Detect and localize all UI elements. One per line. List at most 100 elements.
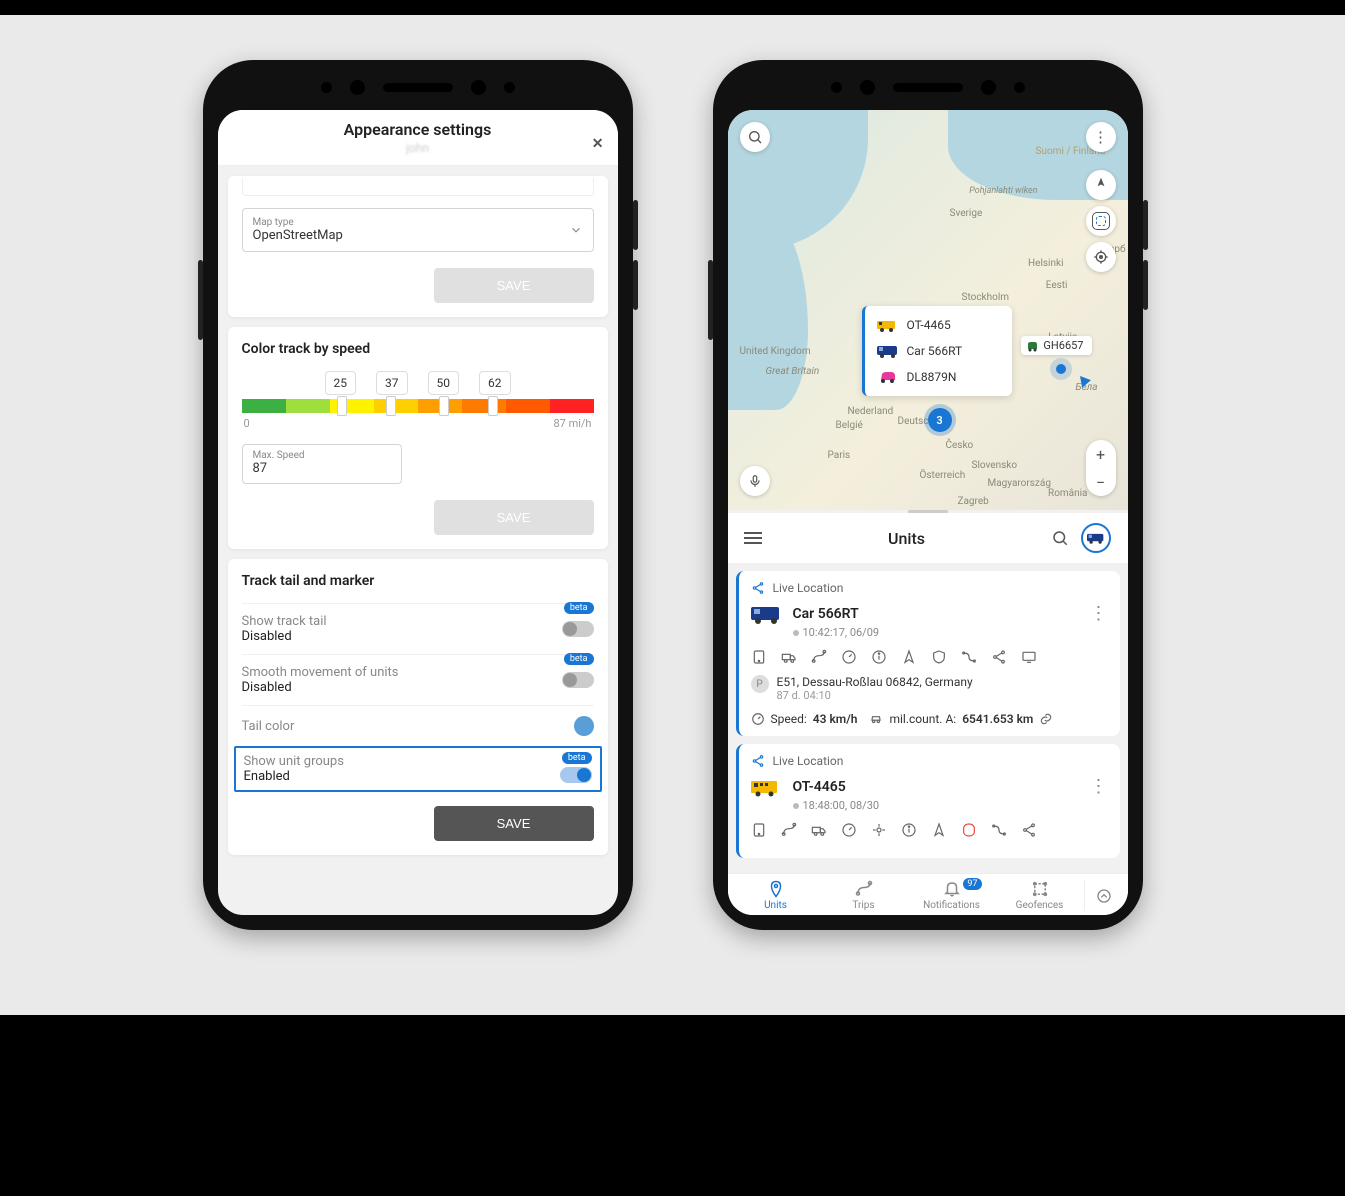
tail-color-swatch[interactable] <box>574 716 594 736</box>
zoom-control[interactable]: + − <box>1086 440 1116 496</box>
slider-handle[interactable] <box>488 396 498 416</box>
map-type-select[interactable]: Map type OpenStreetMap <box>242 208 594 252</box>
compass-icon[interactable] <box>1086 170 1116 200</box>
popup-unit-item[interactable]: Car 566RT <box>865 338 1012 364</box>
tablet-icon[interactable] <box>751 649 767 665</box>
live-location-label: Live Location <box>773 581 844 595</box>
beta-badge: beta <box>562 752 592 764</box>
link-icon[interactable] <box>1039 712 1053 726</box>
nav-label: Notifications <box>923 900 980 911</box>
info-icon[interactable] <box>871 649 887 665</box>
nav-notifications[interactable]: 97 Notifications <box>908 880 996 911</box>
map-city: Česko <box>946 440 974 451</box>
nav-label: Units <box>764 900 787 911</box>
menu-icon[interactable] <box>744 532 762 544</box>
nav-collapse[interactable] <box>1084 880 1124 911</box>
speed-gradient[interactable] <box>242 399 594 413</box>
max-speed-value: 87 <box>253 461 391 476</box>
nav-label: Geofences <box>1016 900 1064 911</box>
share-icon[interactable] <box>1021 822 1037 838</box>
save-button-tracktail[interactable]: SAVE <box>434 806 594 841</box>
settings-header: Appearance settings john ✕ <box>218 110 618 166</box>
map-cluster-marker[interactable]: 3 <box>928 408 952 432</box>
unit-label: OT-4465 <box>907 318 951 332</box>
row-label: Show track tail <box>242 614 327 629</box>
car-icon <box>869 712 883 726</box>
nav-trips[interactable]: Trips <box>820 880 908 911</box>
show-groups-toggle[interactable] <box>560 767 592 783</box>
speed-stop[interactable]: 37 <box>376 371 408 395</box>
scan-icon[interactable] <box>1086 206 1116 236</box>
map[interactable]: United Kingdom Great Britain Nederland D… <box>728 110 1128 510</box>
bus-icon <box>751 777 783 797</box>
map-city: Magyarország <box>988 478 1051 489</box>
mic-icon[interactable] <box>740 466 770 496</box>
path-icon[interactable] <box>961 649 977 665</box>
scale-max: 87 mi/h <box>553 417 591 430</box>
smooth-toggle[interactable] <box>562 672 594 688</box>
speed-stop[interactable]: 62 <box>479 371 511 395</box>
unit-card[interactable]: Live Location OT-4465 ⋮ 18:48:00, 08/30 <box>736 744 1120 858</box>
share-icon <box>751 581 765 595</box>
color-track-title: Color track by speed <box>242 341 594 357</box>
nav-geofences[interactable]: Geofences <box>996 880 1084 911</box>
panel-title: Units <box>888 529 925 548</box>
row-label: Smooth movement of units <box>242 665 399 680</box>
overflow-icon[interactable]: ⋮ <box>1086 122 1116 152</box>
scale-min: 0 <box>244 417 250 430</box>
save-button-speed[interactable]: SAVE <box>434 500 594 535</box>
truck-icon[interactable] <box>781 649 797 665</box>
max-speed-input[interactable]: Max. Speed 87 <box>242 444 402 484</box>
popup-unit-item[interactable]: OT-4465 <box>865 312 1012 338</box>
alert-icon[interactable] <box>961 822 977 838</box>
map-type-label: Map type <box>253 217 561 228</box>
unit-card[interactable]: Live Location Car 566RT ⋮ 10:42:17, 06/0… <box>736 571 1120 736</box>
nav-units[interactable]: Units <box>732 880 820 911</box>
tablet-icon[interactable] <box>751 822 767 838</box>
speed-icon[interactable] <box>841 649 857 665</box>
map-city: Helsinki <box>1028 258 1063 269</box>
shield-icon[interactable] <box>931 649 947 665</box>
save-button-maptype[interactable]: SAVE <box>434 268 594 303</box>
slider-handle[interactable] <box>386 396 396 416</box>
info-icon[interactable] <box>901 822 917 838</box>
speed-icon[interactable] <box>841 822 857 838</box>
slider-handle[interactable] <box>337 396 347 416</box>
nav-icon[interactable] <box>901 649 917 665</box>
route-icon[interactable] <box>781 822 797 838</box>
speed-stop[interactable]: 50 <box>428 371 460 395</box>
map-city: Great Britain <box>766 366 820 377</box>
parking-icon: P <box>751 675 769 693</box>
filter-unit-icon[interactable] <box>1081 523 1111 553</box>
notification-badge: 97 <box>963 878 981 890</box>
tail-color-row: Tail color <box>242 705 594 746</box>
locate-icon[interactable] <box>1086 242 1116 272</box>
search-icon[interactable] <box>1051 529 1069 547</box>
route-icon[interactable] <box>811 649 827 665</box>
map-unit-tag[interactable]: GH6657 <box>1021 336 1091 355</box>
popup-unit-item[interactable]: DL8879N <box>865 364 1012 390</box>
speed-stop-labels: 25 37 50 62 <box>242 371 594 395</box>
monitor-icon[interactable] <box>1021 649 1037 665</box>
speed-stop[interactable]: 25 <box>325 371 357 395</box>
unit-name: Car 566RT <box>793 606 859 622</box>
row-value: Disabled <box>242 629 327 644</box>
map-pin[interactable] <box>1056 364 1066 374</box>
row-label: Show unit groups <box>244 754 344 769</box>
more-icon[interactable]: ⋮ <box>1090 603 1108 624</box>
map-city: Pohjanlahti wiken <box>969 186 1037 196</box>
more-icon[interactable]: ⋮ <box>1090 776 1108 797</box>
chevron-down-icon <box>569 223 583 237</box>
close-icon[interactable]: ✕ <box>592 136 604 152</box>
truck-icon[interactable] <box>811 822 827 838</box>
search-icon[interactable] <box>740 122 770 152</box>
gps-icon[interactable] <box>871 822 887 838</box>
slider-handle[interactable] <box>439 396 449 416</box>
zoom-in-icon[interactable]: + <box>1096 445 1105 464</box>
share-icon[interactable] <box>991 649 1007 665</box>
zoom-out-icon[interactable]: − <box>1096 473 1105 492</box>
speed-label: Speed: <box>771 712 807 726</box>
path-icon[interactable] <box>991 822 1007 838</box>
nav-icon[interactable] <box>931 822 947 838</box>
show-tail-toggle[interactable] <box>562 621 594 637</box>
